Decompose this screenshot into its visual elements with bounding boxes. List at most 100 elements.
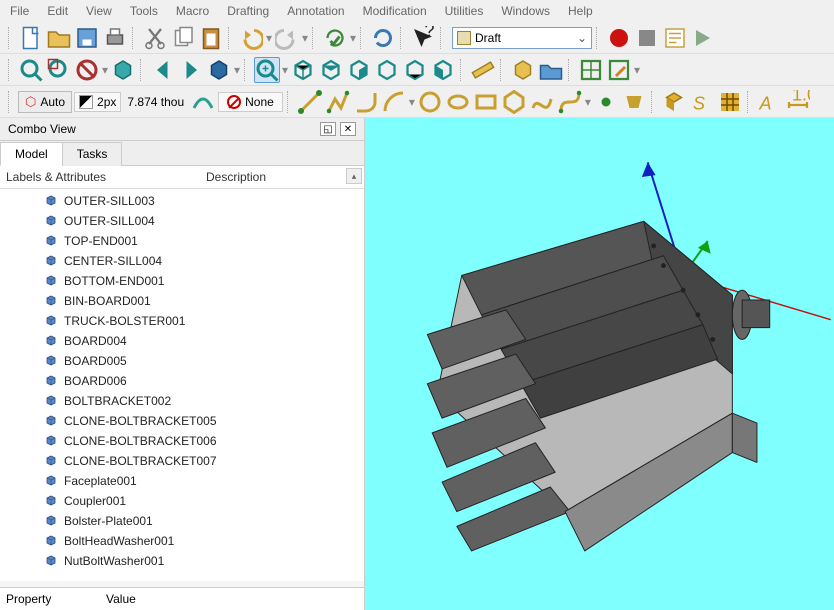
menu-drafting[interactable]: Drafting xyxy=(227,4,269,18)
tree-item[interactable]: BIN-BOARD001 xyxy=(0,291,364,311)
link-make-icon[interactable] xyxy=(578,57,604,83)
tree-item[interactable]: Faceplate001 xyxy=(0,471,364,491)
draft-polygon-icon[interactable] xyxy=(501,89,527,115)
tree-item[interactable]: TRUCK-BOLSTER001 xyxy=(0,311,364,331)
draft-rectangle-icon[interactable] xyxy=(473,89,499,115)
draft-wire-icon[interactable] xyxy=(325,89,351,115)
refresh-check-icon[interactable] xyxy=(322,25,348,51)
linewidth-box[interactable]: 2px xyxy=(74,92,121,112)
draft-facebinder-icon[interactable] xyxy=(621,89,647,115)
draft-bspline-icon[interactable] xyxy=(529,89,555,115)
tree-item[interactable]: OUTER-SILL004 xyxy=(0,211,364,231)
undo-icon[interactable] xyxy=(238,25,264,51)
tab-model[interactable]: Model xyxy=(0,142,63,166)
workbench-label: Draft xyxy=(475,31,501,45)
draft-point-icon[interactable] xyxy=(593,89,619,115)
workbench-selector[interactable]: Draft ⌄ xyxy=(452,27,592,49)
zoom-fit-icon[interactable] xyxy=(18,57,44,83)
isometric-icon[interactable] xyxy=(206,57,232,83)
draft-arc-icon[interactable] xyxy=(381,89,407,115)
3d-viewport[interactable] xyxy=(365,118,834,610)
zoom-region-icon[interactable] xyxy=(254,57,280,83)
tree-item[interactable]: NutBoltWasher001 xyxy=(0,551,364,571)
open-file-icon[interactable] xyxy=(46,25,72,51)
construction-mode-icon[interactable] xyxy=(190,89,216,115)
tree-item[interactable]: CENTER-SILL004 xyxy=(0,251,364,271)
tree-item[interactable]: BOARD005 xyxy=(0,351,364,371)
menu-annotation[interactable]: Annotation xyxy=(287,4,344,18)
tree-item[interactable]: CLONE-BOLTBRACKET005 xyxy=(0,411,364,431)
tree-header-description[interactable]: Description xyxy=(206,170,266,184)
tree-item[interactable]: BOARD006 xyxy=(0,371,364,391)
tree-item[interactable]: BOTTOM-END001 xyxy=(0,271,364,291)
draft-fillet-icon[interactable] xyxy=(353,89,379,115)
view-front-icon[interactable] xyxy=(290,57,316,83)
print-icon[interactable] xyxy=(102,25,128,51)
tree-item[interactable]: Coupler001 xyxy=(0,491,364,511)
refresh-icon[interactable] xyxy=(370,25,396,51)
menu-view[interactable]: View xyxy=(86,4,112,18)
bounding-box-icon[interactable] xyxy=(110,57,136,83)
macro-record-icon[interactable] xyxy=(606,25,632,51)
draw-style-icon[interactable] xyxy=(74,57,100,83)
tree-item[interactable]: BoltHeadWasher001 xyxy=(0,531,364,551)
nav-right-icon[interactable] xyxy=(178,57,204,83)
tree-item[interactable]: TOP-END001 xyxy=(0,231,364,251)
copy-icon[interactable] xyxy=(170,25,196,51)
measure-icon[interactable] xyxy=(470,57,496,83)
group-icon[interactable] xyxy=(538,57,564,83)
redo-icon[interactable] xyxy=(274,25,300,51)
draft-circle-icon[interactable] xyxy=(417,89,443,115)
tree-item[interactable]: OUTER-SILL003 xyxy=(0,191,364,211)
tree-item[interactable]: BOARD004 xyxy=(0,331,364,351)
menu-file[interactable]: File xyxy=(10,4,29,18)
view-top-icon[interactable] xyxy=(318,57,344,83)
link-actions-icon[interactable] xyxy=(606,57,632,83)
macro-edit-icon[interactable] xyxy=(662,25,688,51)
macro-play-icon[interactable] xyxy=(690,25,716,51)
paste-icon[interactable] xyxy=(198,25,224,51)
save-icon[interactable] xyxy=(74,25,100,51)
tree-item[interactable]: BOLTBRACKET002 xyxy=(0,391,364,411)
part-node-icon xyxy=(44,194,58,208)
tree-header-labels[interactable]: Labels & Attributes xyxy=(6,170,206,184)
draft-ellipse-icon[interactable] xyxy=(445,89,471,115)
model-tree[interactable]: OUTER-SILL003OUTER-SILL004TOP-END001CENT… xyxy=(0,189,364,581)
annotation-dim-icon[interactable]: 1.0 xyxy=(785,89,811,115)
menu-modification[interactable]: Modification xyxy=(363,4,427,18)
draft-line-icon[interactable] xyxy=(297,89,323,115)
tree-item[interactable]: CLONE-BOLTBRACKET007 xyxy=(0,451,364,471)
menu-edit[interactable]: Edit xyxy=(47,4,68,18)
property-header-value[interactable]: Value xyxy=(106,592,136,606)
view-bottom-icon[interactable] xyxy=(402,57,428,83)
new-file-icon[interactable] xyxy=(18,25,44,51)
menu-macro[interactable]: Macro xyxy=(176,4,209,18)
tree-item[interactable]: CLONE-BOLTBRACKET006 xyxy=(0,431,364,451)
cut-icon[interactable] xyxy=(142,25,168,51)
annotation-text-icon[interactable]: A xyxy=(757,89,783,115)
view-right-icon[interactable] xyxy=(346,57,372,83)
tree-item[interactable]: Bolster-Plate001 xyxy=(0,511,364,531)
menu-utilities[interactable]: Utilities xyxy=(445,4,484,18)
macro-stop-icon[interactable] xyxy=(634,25,660,51)
draft-text-icon[interactable]: S xyxy=(689,89,715,115)
zoom-selection-icon[interactable] xyxy=(46,57,72,83)
menu-windows[interactable]: Windows xyxy=(501,4,550,18)
view-rear-icon[interactable] xyxy=(374,57,400,83)
draft-shape2d-icon[interactable] xyxy=(661,89,687,115)
menu-tools[interactable]: Tools xyxy=(130,4,158,18)
fillstyle-none-button[interactable]: None xyxy=(218,92,283,112)
panel-float-icon[interactable]: ◱ xyxy=(320,122,336,136)
panel-close-icon[interactable]: ✕ xyxy=(340,122,356,136)
property-header-property[interactable]: Property xyxy=(6,592,106,606)
view-left-icon[interactable] xyxy=(430,57,456,83)
scroll-up-icon[interactable]: ▴ xyxy=(346,168,362,184)
part-icon[interactable] xyxy=(510,57,536,83)
snap-auto-button[interactable]: ⬡ Auto xyxy=(18,91,72,113)
draft-bezier-icon[interactable] xyxy=(557,89,583,115)
draft-hatch-icon[interactable] xyxy=(717,89,743,115)
menu-help[interactable]: Help xyxy=(568,4,593,18)
nav-left-icon[interactable] xyxy=(150,57,176,83)
whats-this-icon[interactable]: ? xyxy=(410,25,436,51)
tab-tasks[interactable]: Tasks xyxy=(62,142,123,166)
